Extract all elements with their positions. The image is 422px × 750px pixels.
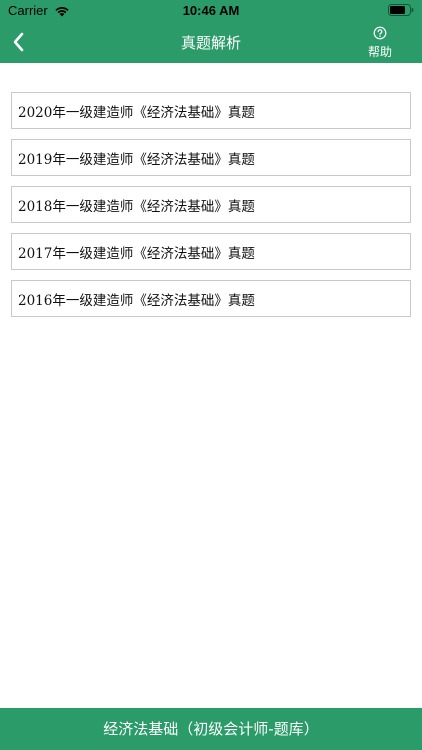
list-item-label: 2018年一级建造师《经济法基础》真题 bbox=[18, 198, 255, 215]
list-item[interactable]: 2018年一级建造师《经济法基础》真题 bbox=[11, 186, 411, 223]
bottom-bar-label: 经济法基础（初级会计师-题库） bbox=[103, 719, 319, 738]
list-item-label: 2017年一级建造师《经济法基础》真题 bbox=[18, 245, 255, 262]
clock: 10:46 AM bbox=[182, 3, 240, 18]
list-item-label: 2016年一级建造师《经济法基础》真题 bbox=[18, 292, 255, 309]
list-item[interactable]: 2019年一级建造师《经济法基础》真题 bbox=[11, 139, 411, 176]
exam-list: 2020年一级建造师《经济法基础》真题 2019年一级建造师《经济法基础》真题 … bbox=[11, 92, 411, 327]
battery-icon bbox=[388, 4, 414, 16]
list-item[interactable]: 2020年一级建造师《经济法基础》真题 bbox=[11, 92, 411, 129]
list-item-label: 2020年一级建造师《经济法基础》真题 bbox=[18, 104, 255, 121]
nav-bar: 真题解析 帮助 bbox=[0, 22, 422, 63]
page-title: 真题解析 bbox=[180, 34, 241, 52]
screen: Carrier 10:46 AM 真题解析 帮助 2020年一级建造师《经济法基… bbox=[0, 0, 422, 750]
list-item[interactable]: 2016年一级建造师《经济法基础》真题 bbox=[11, 280, 411, 317]
question-circle-icon bbox=[373, 26, 387, 40]
status-bar: Carrier 10:46 AM bbox=[0, 0, 422, 22]
help-label: 帮助 bbox=[367, 45, 392, 59]
bottom-bar[interactable]: 经济法基础（初级会计师-题库） bbox=[0, 708, 422, 750]
list-item-label: 2019年一级建造师《经济法基础》真题 bbox=[18, 151, 255, 168]
list-item[interactable]: 2017年一级建造师《经济法基础》真题 bbox=[11, 233, 411, 270]
help-button[interactable]: 帮助 bbox=[364, 24, 396, 60]
header: Carrier 10:46 AM 真题解析 帮助 bbox=[0, 0, 422, 63]
